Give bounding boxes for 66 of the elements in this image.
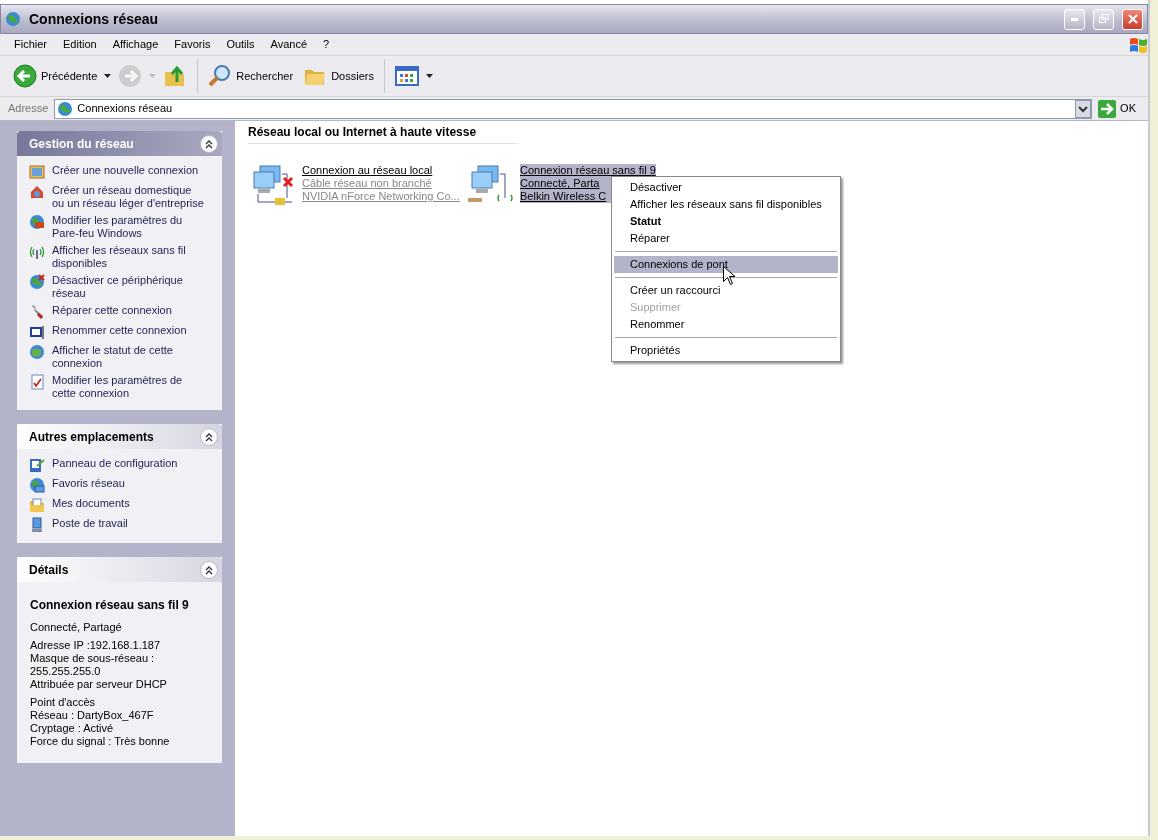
collapse-button[interactable] (200, 134, 218, 153)
details-text: Connecté, Partagé (30, 621, 123, 634)
panel-title: Détails (29, 561, 70, 579)
search-icon (208, 64, 233, 88)
menu-item[interactable]: Propriétés (614, 342, 838, 359)
go-button[interactable]: OK (1098, 99, 1144, 118)
control-panel-icon (29, 457, 45, 473)
folder-icon (29, 497, 45, 513)
address-field[interactable]: Connexions réseau (54, 98, 1093, 119)
task-link[interactable]: Désactiver ce périphérique réseau (52, 274, 183, 300)
collapse-button[interactable] (200, 427, 218, 446)
window-title: Connexions réseau (29, 9, 160, 29)
chevron-up-icon (204, 138, 214, 149)
menu-item[interactable]: Créer un raccourci (614, 282, 838, 299)
details-text: Adresse IP :192.168.1.187 Masque de sous-réseau : 255.255.255.0 Attribuée par serveur DHCP (30, 639, 168, 691)
task-link[interactable]: Créer une nouvelle connexion (52, 164, 199, 177)
chevron-up-icon (204, 564, 214, 575)
search-button[interactable]: Rechercher (205, 62, 297, 90)
task-link[interactable]: Créer un réseau domestique ou un réseau léger d'entreprise (52, 184, 204, 210)
checklist-icon (29, 374, 45, 390)
task-link[interactable]: Réparer cette connexion (52, 304, 172, 317)
minimize-icon (1071, 17, 1078, 21)
wireless-icon (29, 244, 45, 260)
close-icon (1127, 14, 1138, 24)
task-link[interactable]: Renommer cette connexion (52, 324, 187, 337)
task-link[interactable]: Afficher les réseaux sans fil disponibles (52, 244, 186, 270)
details-text: Point d'accès Réseau : DartyBox_467F Cryptage : Activé Force du signal : Très bonne (30, 696, 171, 748)
menu-item[interactable]: Réparer (614, 230, 838, 247)
views-icon (394, 64, 419, 88)
task-link[interactable]: Panneau de configuration (52, 457, 178, 470)
panel-title: Gestion du réseau (29, 135, 135, 153)
restore-icon (1098, 14, 1109, 24)
folders-button[interactable]: Dossiers (300, 62, 377, 90)
firewall-icon (29, 214, 45, 230)
menu-item[interactable]: Fichier (6, 36, 55, 53)
task-link[interactable]: Favoris réseau (52, 477, 125, 490)
group-title: Réseau local ou Internet à haute vitesse (248, 123, 518, 144)
collapse-button[interactable] (200, 560, 218, 579)
task-link[interactable]: Afficher le statut de cette connexion (52, 344, 173, 370)
connection-label[interactable]: Connexion au réseau local Câble réseau non branché NVIDIA nForce Networking Co... (302, 164, 460, 203)
task-link[interactable]: Modifier les paramètres de cette connexion (52, 374, 183, 400)
menu-item[interactable]: Favoris (166, 36, 219, 53)
menu-item[interactable]: Avancé (262, 36, 315, 53)
dropdown-icon (1075, 99, 1092, 118)
monitor-icon (29, 324, 45, 340)
chevron-up-icon (204, 431, 214, 442)
task-link[interactable]: Poste de travail (52, 517, 128, 530)
menu-item[interactable]: Connexions de pont (614, 256, 838, 273)
menu-item[interactable]: ? (315, 36, 338, 53)
close-button[interactable] (1122, 8, 1143, 30)
menu-item[interactable]: Statut (614, 213, 838, 230)
menu-item[interactable]: Outils (218, 36, 263, 53)
menu-item[interactable]: Renommer (614, 316, 838, 333)
window-icon (29, 164, 45, 180)
network-icon (29, 477, 45, 493)
menu-item[interactable]: Edition (55, 36, 105, 53)
arrow-icon (1098, 99, 1117, 118)
task-link[interactable]: Mes documents (52, 497, 130, 510)
menu-item[interactable]: Affichage (104, 36, 167, 53)
details-heading: Connexion réseau sans fil 9 (30, 597, 190, 614)
address-label: Adresse (8, 101, 49, 117)
panel-title: Autres emplacements (29, 428, 155, 446)
back-button[interactable]: Précédente (10, 62, 101, 90)
house-icon (29, 184, 45, 200)
task-link[interactable]: Modifier les paramètres du Pare-feu Windows (52, 214, 183, 240)
computer-icon (29, 517, 45, 533)
